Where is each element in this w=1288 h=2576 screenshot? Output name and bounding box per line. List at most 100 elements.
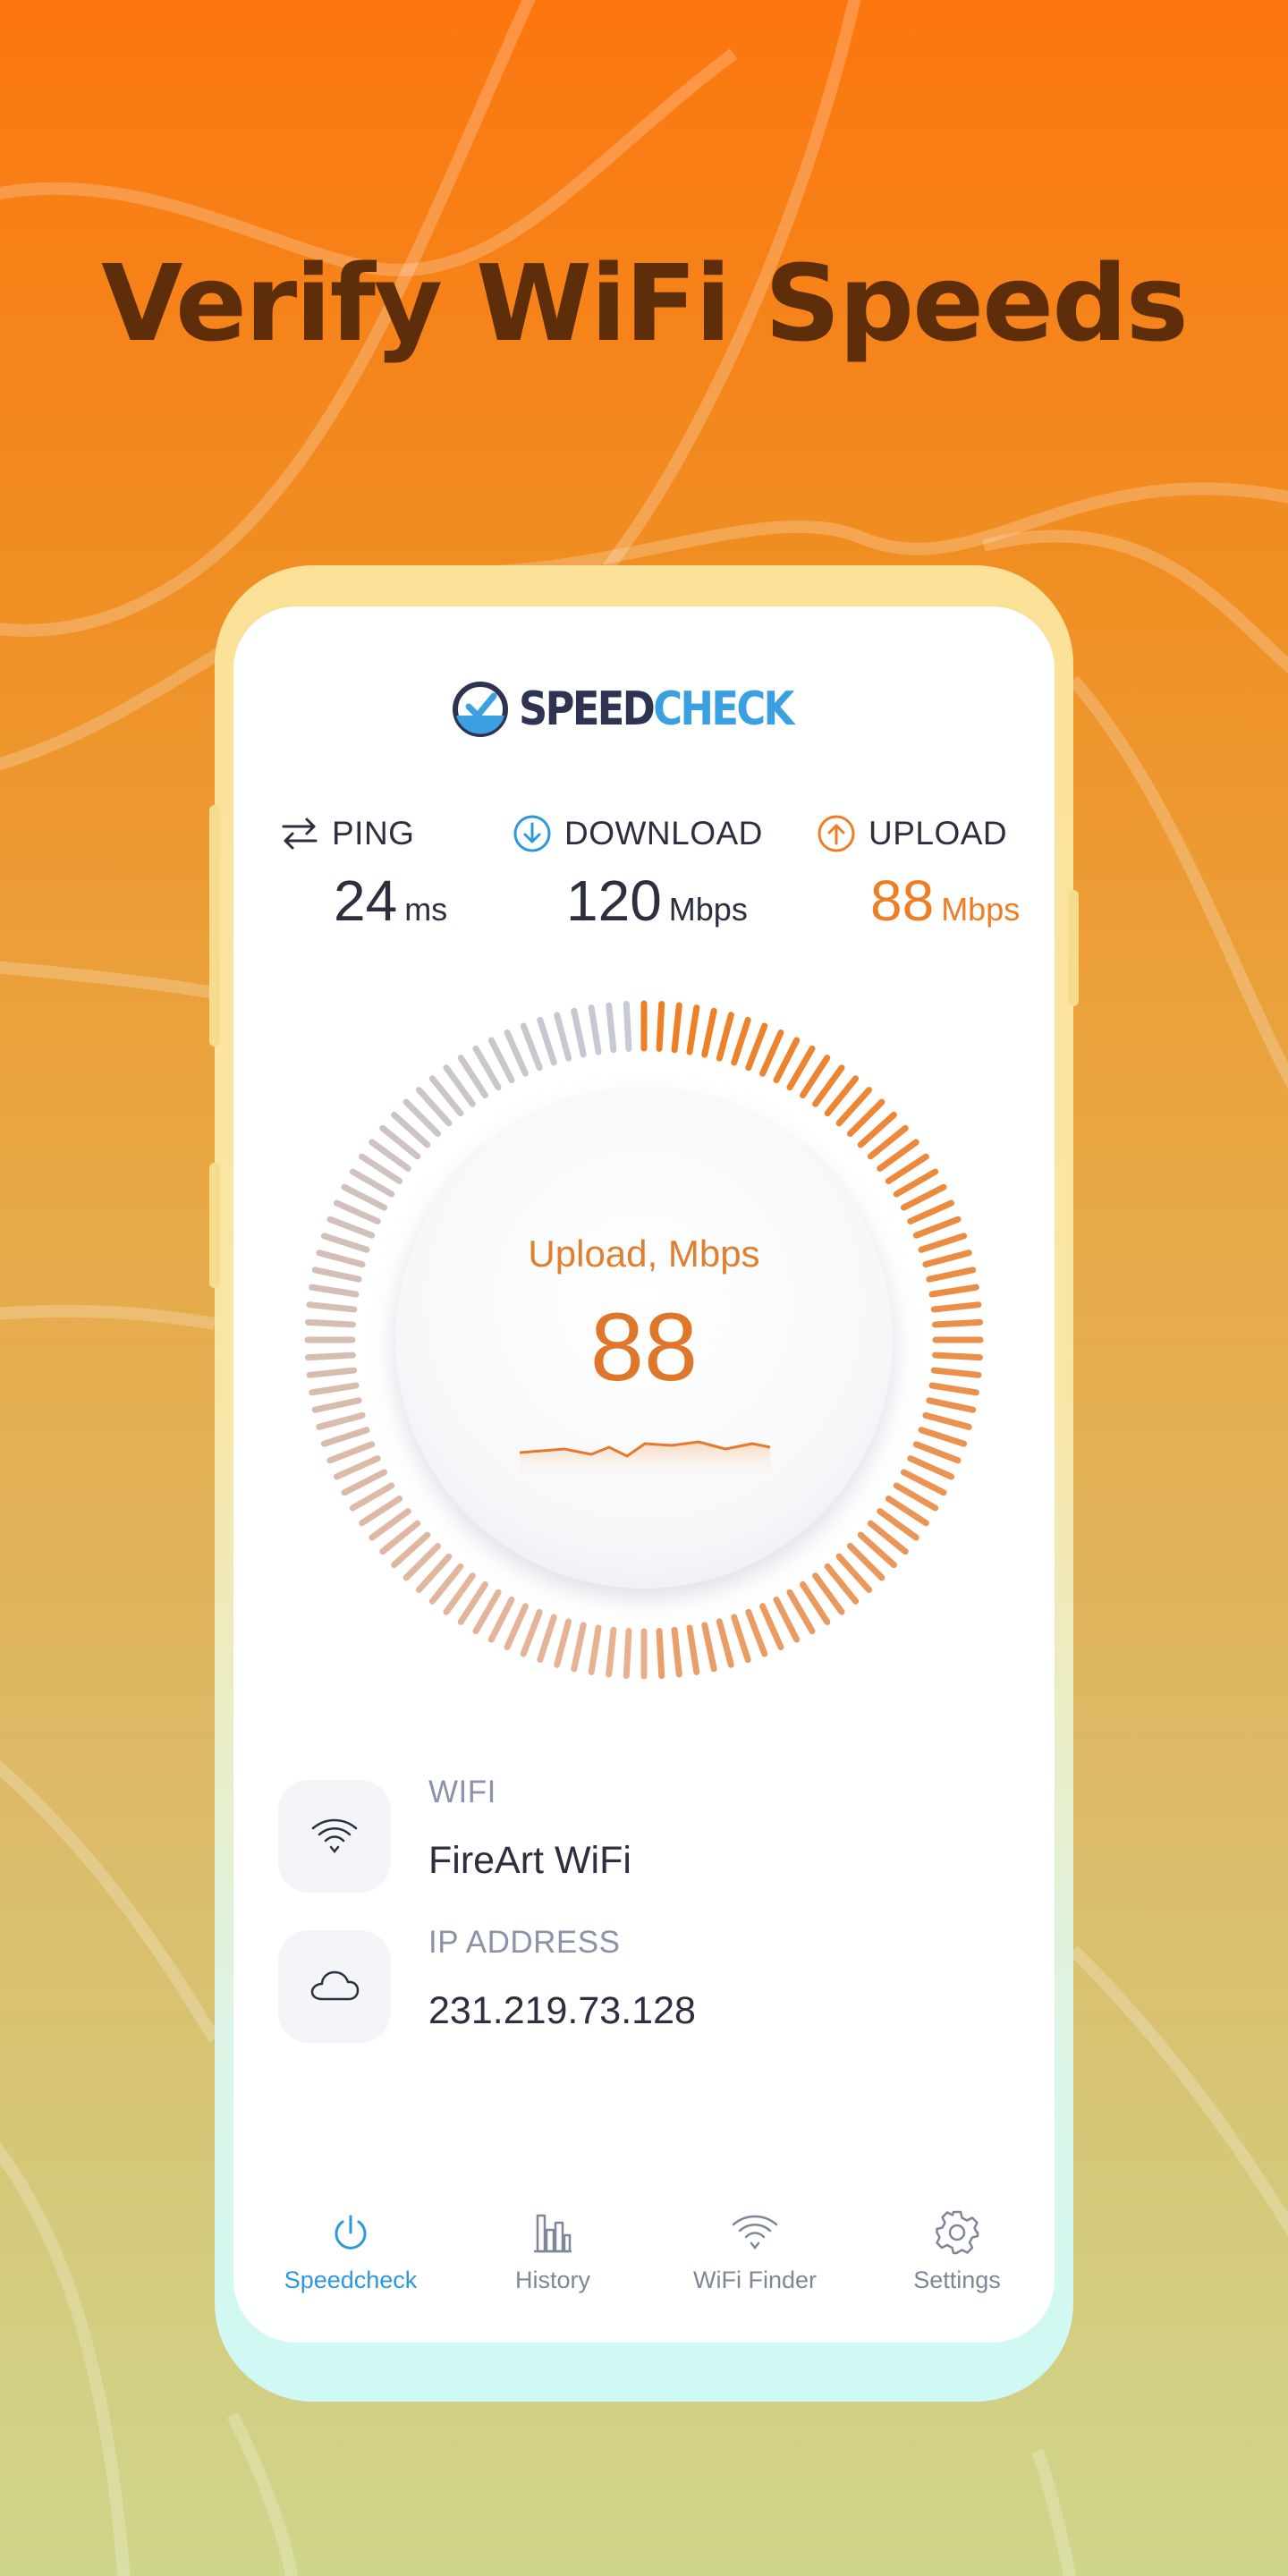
- gauge-tick: [537, 1614, 557, 1664]
- gauge-tick: [922, 1411, 972, 1430]
- power-icon: [335, 2215, 367, 2250]
- gauge-tick: [656, 1001, 665, 1052]
- gauge-tick: [504, 1030, 529, 1077]
- upload-unit: Mbps: [941, 891, 1021, 928]
- wifi-name: FireArt WiFi: [428, 1839, 631, 1882]
- nav-item-history[interactable]: History: [452, 2207, 654, 2294]
- gauge-tick: [487, 1037, 515, 1084]
- gauge-tick: [907, 1455, 954, 1480]
- gauge-tick: [759, 1603, 784, 1650]
- gauge-tick: [571, 1622, 587, 1673]
- wifi-icon: [311, 1818, 358, 1854]
- app-logo-text: SPEEDCHECK: [519, 682, 795, 736]
- app-screen: SPEEDCHECK PING 24ms DOWNLOAD 120Mbps: [233, 606, 1055, 2343]
- gauge-tick: [623, 1628, 632, 1679]
- gauge-title: Upload, Mbps: [528, 1233, 760, 1275]
- gauge-tick: [731, 1016, 751, 1066]
- gauge-tick: [907, 1199, 954, 1224]
- logo-text-speed: SPEED: [519, 682, 656, 736]
- ping-value: 24: [334, 869, 398, 933]
- gauge-tick: [759, 1030, 784, 1077]
- download-arrow-icon: [513, 815, 551, 852]
- gauge-tick: [716, 1618, 734, 1668]
- gauge-tick: [554, 1618, 572, 1668]
- wifi-icon: [732, 2215, 778, 2250]
- gauge-tick: [537, 1016, 557, 1066]
- gauge-tick: [701, 1007, 717, 1058]
- bottom-nav: Speedcheck History WiFi Finder Settings: [233, 2207, 1055, 2315]
- gauge-tick: [623, 1001, 632, 1052]
- gauge-tick: [745, 1022, 768, 1072]
- nav-item-settings[interactable]: Settings: [856, 2207, 1055, 2294]
- swap-arrows-icon: [282, 818, 318, 850]
- gauge-tick: [912, 1441, 962, 1464]
- cloud-icon: [310, 1970, 360, 2001]
- gauge-tick: [520, 1022, 543, 1072]
- gauge-tick: [341, 1469, 388, 1496]
- gauge-tick: [716, 1012, 734, 1062]
- ping-metric: PING 24 ms: [280, 812, 486, 933]
- speedcheck-logo-icon: [453, 682, 509, 737]
- gauge-tick: [326, 1441, 376, 1464]
- download-label: DOWNLOAD: [564, 815, 763, 852]
- logo-text-check: CHECK: [653, 682, 795, 736]
- gauge-tick: [487, 1596, 515, 1643]
- phone-side-button: [209, 805, 220, 1046]
- wifi-info-row: WIFI FireArt WiFi: [278, 1775, 994, 1896]
- phone-side-button: [209, 1163, 220, 1288]
- gauge-tick: [571, 1007, 587, 1058]
- ip-info-icon-box: [278, 1930, 391, 2043]
- gauge-tick: [773, 1037, 801, 1084]
- ping-label: PING: [332, 815, 415, 852]
- ip-label: IP ADDRESS: [428, 1925, 621, 1960]
- gauge-tick: [520, 1608, 543, 1657]
- gauge-tick: [686, 1004, 700, 1055]
- upload-label: UPLOAD: [869, 815, 1008, 852]
- nav-label-history: History: [514, 2267, 590, 2293]
- ping-unit: ms: [404, 891, 448, 928]
- gauge-tick: [588, 1004, 602, 1055]
- nav-item-speedcheck[interactable]: Speedcheck: [250, 2207, 452, 2294]
- gauge-tick: [773, 1596, 801, 1643]
- gauge-tick: [686, 1624, 700, 1675]
- upload-metric: UPLOAD 88 Mbps: [817, 812, 1031, 933]
- wifi-label: WIFI: [428, 1775, 496, 1809]
- gauge-tick: [731, 1614, 751, 1664]
- gauge-tick: [671, 1002, 682, 1054]
- app-logo: SPEEDCHECK: [233, 678, 1055, 741]
- bar-chart-icon: [534, 2214, 572, 2253]
- nav-label-wifi-finder: WiFi Finder: [692, 2267, 817, 2293]
- wifi-info-icon-box: [278, 1780, 391, 1893]
- download-metric: DOWNLOAD 120 Mbps: [513, 812, 781, 933]
- gauge-tick: [334, 1455, 381, 1480]
- upload-arrow-icon: [818, 815, 855, 852]
- ip-info-row: IP ADDRESS 231.219.73.128: [278, 1925, 994, 2046]
- gauge-tick: [554, 1012, 572, 1062]
- gauge-tick: [606, 1002, 617, 1054]
- gauge-tick: [745, 1608, 768, 1657]
- gauge-tick: [671, 1626, 682, 1678]
- gauge-tick: [316, 1411, 366, 1430]
- gauge-tick: [656, 1628, 665, 1679]
- gauge-tick: [900, 1183, 947, 1211]
- gauge-tick: [918, 1427, 968, 1447]
- download-unit: Mbps: [668, 891, 748, 928]
- gauge-tick: [588, 1624, 602, 1675]
- gauge-tick: [320, 1427, 370, 1447]
- gauge-tick: [504, 1603, 529, 1650]
- nav-item-wifi-finder[interactable]: WiFi Finder: [654, 2207, 856, 2294]
- ip-address: 231.219.73.128: [428, 1989, 696, 2032]
- nav-label-settings: Settings: [913, 2267, 1001, 2293]
- gear-icon: [936, 2210, 979, 2255]
- headline: Verify WiFi Speeds: [101, 242, 1189, 365]
- nav-label-speedcheck: Speedcheck: [284, 2267, 418, 2293]
- gauge-tick: [900, 1469, 947, 1496]
- gauge-tick: [701, 1622, 717, 1673]
- gauge-value: 88: [589, 1292, 699, 1401]
- upload-value: 88: [870, 869, 935, 933]
- gauge-tick: [606, 1626, 617, 1678]
- gauge-tick: [334, 1199, 381, 1224]
- gauge-tick: [341, 1183, 388, 1211]
- download-value: 120: [566, 869, 662, 933]
- phone-side-button: [1068, 890, 1079, 1006]
